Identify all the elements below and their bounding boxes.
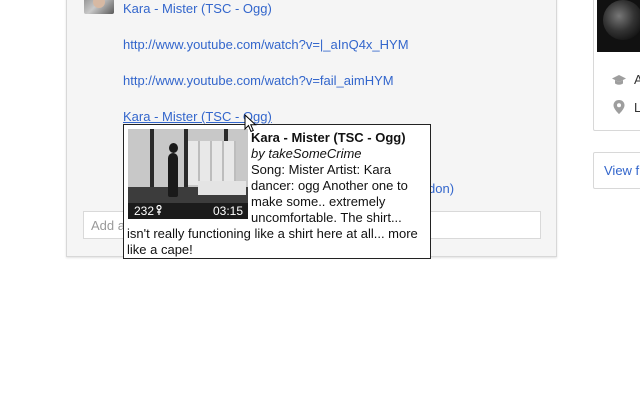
thumb-screen [188,141,236,185]
tooltip-description: Song: Mister Artist: Kara dancer: ogg An… [251,162,408,225]
profile-education-text: A [634,72,640,87]
video-duration: 03:15 [212,204,243,218]
youtube-link-2[interactable]: http://www.youtube.com/watch?v=fail_aimH… [123,73,394,88]
avatar-face [93,0,105,8]
graduation-cap-icon [612,75,626,85]
tooltip-description-continued: isn't really functioning like a shirt he… [127,226,418,257]
thumb-dancer-head [169,143,178,153]
thumb-beam [150,129,154,187]
tooltip-uploader: by takeSomeCrime [251,146,362,161]
map-pin-icon [613,100,625,114]
person-icon [156,204,162,215]
profile-location-text: L [634,100,640,115]
comment-placeholder: Add a [91,218,125,233]
tooltip-video-title: Kara - Mister (TSC - Ogg) [251,130,406,145]
view-button-label: View f [604,163,640,178]
profile-photo[interactable] [597,0,640,52]
partial-link[interactable]: don) [428,181,454,196]
view-count-value: 232 [134,204,155,218]
thumb-dancer [168,153,178,197]
post-author-link[interactable]: Kara - Mister (TSC - Ogg) [123,1,272,16]
author-avatar[interactable] [84,0,114,14]
youtube-link-1[interactable]: http://www.youtube.com/watch?v=|_aInQ4x_… [123,37,409,52]
thumb-bed [198,181,246,195]
profile-photo-image [603,0,640,40]
view-full-profile-button[interactable]: View f [593,152,640,189]
video-thumbnail[interactable]: 232 03:15 [128,129,248,219]
view-count: 232 [134,204,163,218]
video-preview-tooltip: 232 03:15 Kara - Mister (TSC - Ogg) by t… [123,124,431,259]
mouse-cursor-icon [244,114,257,133]
